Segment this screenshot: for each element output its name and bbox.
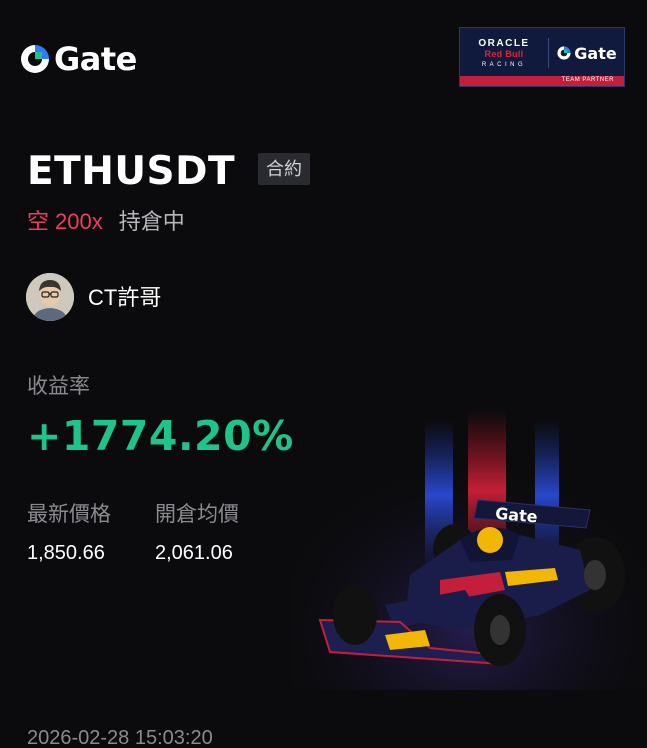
position-status: 持倉中 [118, 209, 185, 234]
partner-strip-text: TEAM PARTNER [561, 77, 614, 83]
f1-car-illustration: Gate [290, 390, 647, 690]
entry-price-label: 開倉均價 [155, 503, 239, 526]
entry-price-value: 2,061.06 [155, 542, 233, 564]
avatar-image [26, 273, 74, 321]
driver-helmet [477, 527, 503, 553]
gate-logo-icon [557, 46, 571, 60]
partner-badge: ORACLE Red Bull RACING Gate TEAM PARTNER [459, 27, 625, 87]
latest-price-value: 1,850.66 [27, 542, 105, 564]
partner-oracle: ORACLE [478, 38, 530, 49]
username: CT許哥 [88, 285, 162, 310]
position-info: 空 200x 持倉中 [27, 208, 185, 236]
roi-value: +1774.20% [27, 412, 294, 460]
partner-gate-text: Gate [574, 43, 617, 63]
leverage: 200x [55, 209, 103, 234]
position-side: 空 [27, 209, 50, 234]
avatar [26, 273, 74, 321]
rear-wing-gate-text: Gate [494, 504, 538, 527]
front-left-tyre [333, 585, 377, 645]
redbull-racing-mark: ORACLE Red Bull RACING [460, 38, 548, 68]
gate-logo: Gate [18, 40, 137, 78]
roi-label: 收益率 [27, 375, 90, 398]
partner-gate-mark: Gate [549, 44, 624, 63]
contract-tag: 合約 [258, 153, 310, 185]
trading-symbol: ETHUSDT [27, 149, 236, 194]
partner-racing: RACING [481, 62, 527, 68]
partner-redbull: Red Bull [484, 49, 524, 59]
latest-price-label: 最新價格 [27, 503, 111, 526]
gate-logo-icon [21, 45, 49, 73]
timestamp: 2026-02-28 15:03:20 [27, 727, 213, 748]
partner-strip: TEAM PARTNER [460, 76, 624, 86]
brand-name: Gate [54, 40, 137, 78]
